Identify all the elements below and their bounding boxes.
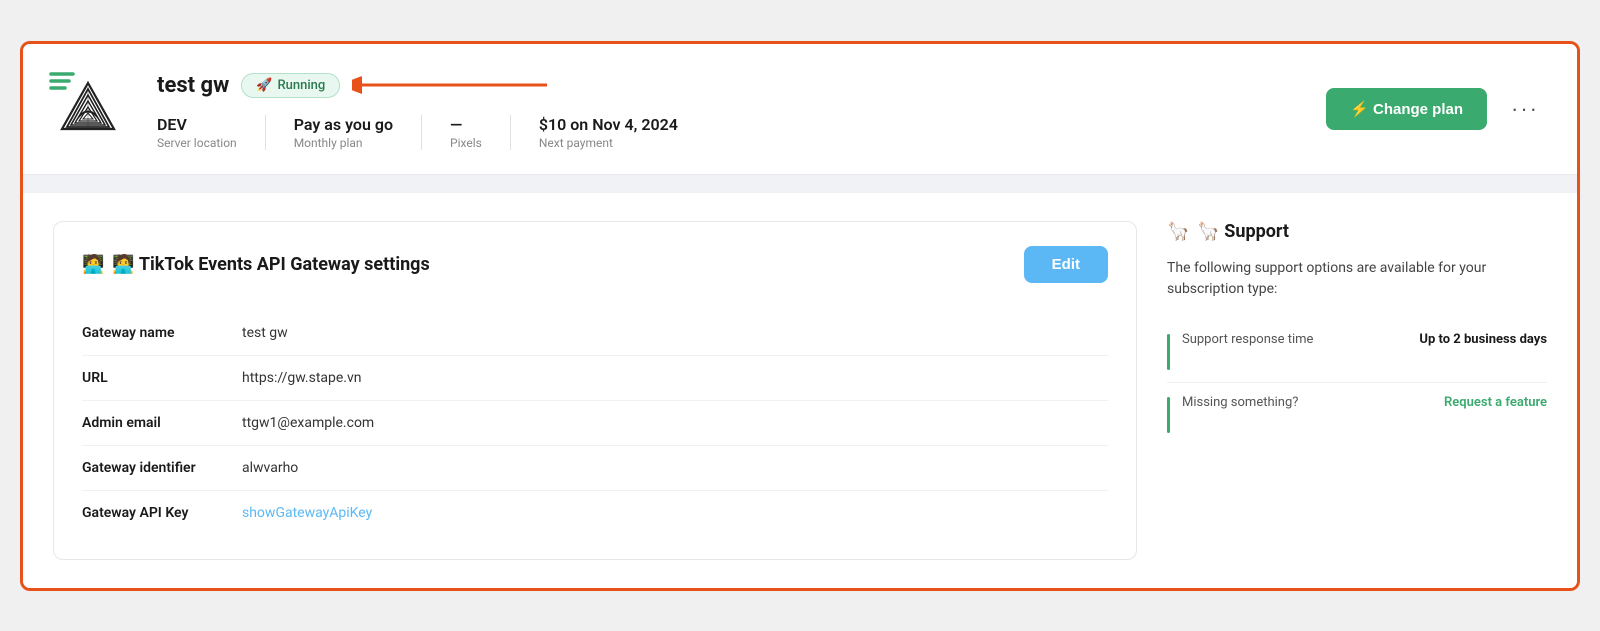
support-bar-accent-2 [1167, 397, 1170, 433]
support-bar-accent [1167, 334, 1170, 370]
settings-panel-header: 🧑‍💻 🧑‍💻 TikTok Events API Gateway settin… [82, 246, 1108, 283]
meta-pixels-value: — [450, 115, 482, 134]
logo-icon [43, 64, 133, 154]
header-actions: ⚡ Change plan ··· [1326, 88, 1547, 130]
llama-icon: 🦙 [1167, 221, 1189, 242]
meta-server-location-value: DEV [157, 115, 237, 134]
field-value-api-key: showGatewayApiKey [242, 490, 1108, 535]
support-item-content: Support response time Up to 2 business d… [1182, 332, 1547, 347]
meta-next-payment-label: Next payment [539, 136, 678, 150]
change-plan-button[interactable]: ⚡ Change plan [1326, 88, 1487, 130]
page-container: test gw 🚀 Running [20, 41, 1580, 591]
logo-area [43, 64, 133, 154]
meta-monthly-plan-label: Monthly plan [294, 136, 393, 150]
header-section: test gw 🚀 Running [23, 44, 1577, 175]
field-value-url: https://gw.stape.vn [242, 355, 1108, 400]
divider-bar [23, 175, 1577, 193]
meta-row: DEV Server location Pay as you go Monthl… [157, 115, 1326, 150]
show-api-key-link[interactable]: showGatewayApiKey [242, 505, 372, 521]
field-value-admin-email: ttgw1@example.com [242, 400, 1108, 445]
meta-monthly-plan-value: Pay as you go [294, 115, 393, 134]
settings-icon: 🧑‍💻 [82, 254, 104, 275]
support-item-missing: Missing something? Request a feature [1167, 383, 1547, 445]
table-row: Gateway identifier alwvarho [82, 445, 1108, 490]
field-key-gateway-identifier: Gateway identifier [82, 445, 242, 490]
meta-server-location-label: Server location [157, 136, 237, 150]
arrow-annotation [352, 67, 552, 103]
table-row: Admin email ttgw1@example.com [82, 400, 1108, 445]
settings-table: Gateway name test gw URL https://gw.stap… [82, 311, 1108, 535]
edit-button[interactable]: Edit [1024, 246, 1108, 283]
support-response-time-value: Up to 2 business days [1419, 332, 1547, 347]
title-row: test gw 🚀 Running [157, 67, 1326, 103]
table-row: Gateway API Key showGatewayApiKey [82, 490, 1108, 535]
status-badge: 🚀 Running [241, 73, 340, 98]
meta-next-payment-value: $10 on Nov 4, 2024 [539, 115, 678, 134]
header-info: test gw 🚀 Running [157, 67, 1326, 150]
support-description: The following support options are availa… [1167, 258, 1547, 300]
support-item-response-time: Support response time Up to 2 business d… [1167, 320, 1547, 383]
field-key-api-key: Gateway API Key [82, 490, 242, 535]
settings-panel: 🧑‍💻 🧑‍💻 TikTok Events API Gateway settin… [53, 221, 1137, 560]
request-feature-link[interactable]: Request a feature [1444, 395, 1547, 410]
support-response-time-label: Support response time [1182, 332, 1313, 347]
field-key-url: URL [82, 355, 242, 400]
table-row: URL https://gw.stape.vn [82, 355, 1108, 400]
table-row: Gateway name test gw [82, 311, 1108, 356]
more-options-button[interactable]: ··· [1503, 92, 1547, 126]
meta-monthly-plan: Pay as you go Monthly plan [294, 115, 422, 150]
gateway-title: test gw [157, 73, 229, 98]
rocket-icon: 🚀 [256, 78, 272, 93]
support-panel: 🦙 🦙 Support The following support option… [1167, 221, 1547, 560]
settings-panel-title: 🧑‍💻 🧑‍💻 TikTok Events API Gateway settin… [82, 254, 430, 275]
arrow-icon [352, 67, 552, 103]
meta-pixels: — Pixels [450, 115, 511, 150]
field-key-gateway-name: Gateway name [82, 311, 242, 356]
support-title: 🦙 🦙 Support [1167, 221, 1547, 242]
field-value-gateway-name: test gw [242, 311, 1108, 356]
field-value-gateway-identifier: alwvarho [242, 445, 1108, 490]
main-content: 🧑‍💻 🧑‍💻 TikTok Events API Gateway settin… [23, 193, 1577, 588]
support-item-content-2: Missing something? Request a feature [1182, 395, 1547, 410]
field-key-admin-email: Admin email [82, 400, 242, 445]
meta-next-payment: $10 on Nov 4, 2024 Next payment [539, 115, 706, 150]
meta-server-location: DEV Server location [157, 115, 266, 150]
missing-something-label: Missing something? [1182, 395, 1298, 410]
meta-pixels-label: Pixels [450, 136, 482, 150]
